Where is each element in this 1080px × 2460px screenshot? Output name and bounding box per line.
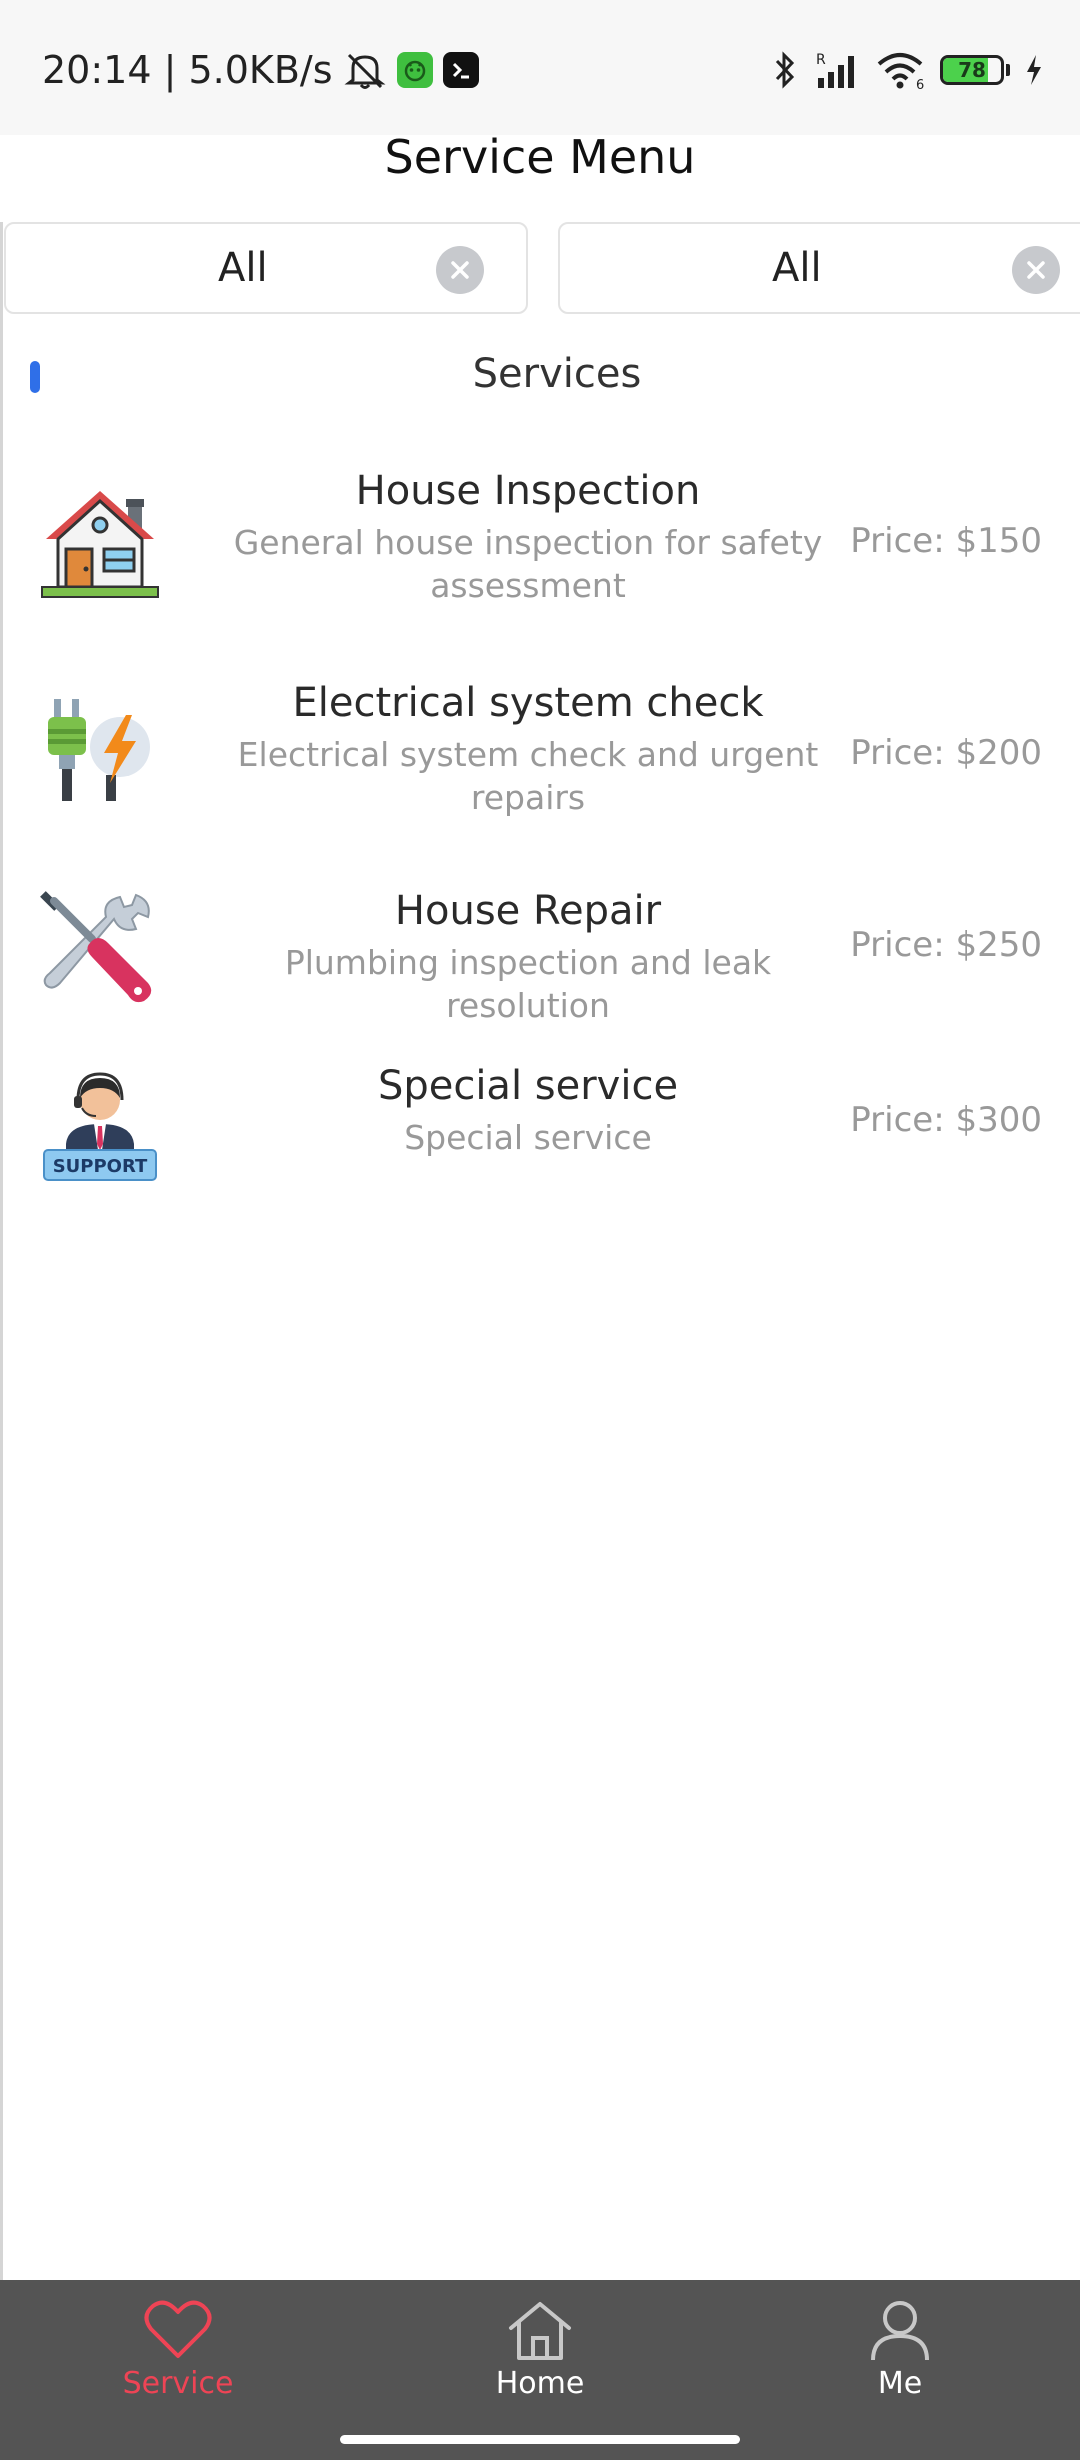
app-notification-icon xyxy=(396,52,433,88)
filter-bar: All All xyxy=(0,220,1080,320)
wifi-icon: 6 xyxy=(877,53,924,90)
signal-icon: R xyxy=(816,52,854,88)
signal-letter: R xyxy=(816,52,826,68)
clear-icon[interactable] xyxy=(436,246,484,294)
service-price: Price: $200 xyxy=(850,733,1042,773)
service-price: Price: $150 xyxy=(850,521,1042,561)
filter-value: All xyxy=(218,245,268,291)
service-item-electrical-check[interactable]: Electrical system check Electrical syste… xyxy=(0,657,1080,837)
nav-item-service[interactable]: Service xyxy=(78,2280,278,2430)
service-description: General house inspection for safety asse… xyxy=(233,523,823,605)
service-description: Electrical system check and urgent repai… xyxy=(237,735,819,817)
clear-icon[interactable] xyxy=(1012,246,1060,294)
plug-lightning-icon xyxy=(48,699,150,801)
home-indicator[interactable] xyxy=(340,2435,740,2444)
nav-item-me[interactable]: Me xyxy=(800,2280,1000,2430)
status-bar: 20:14 | 5.0KB/s R 6 78 xyxy=(0,0,1080,135)
charging-icon xyxy=(1027,55,1041,85)
filter-select-1[interactable]: All xyxy=(4,222,528,314)
tools-icon xyxy=(40,891,152,1003)
filter-value: All xyxy=(772,245,822,291)
service-name: Special service xyxy=(377,1063,679,1109)
mute-bell-icon xyxy=(344,53,385,89)
support-agent-icon: SUPPORT xyxy=(43,1072,157,1181)
filter-select-2[interactable]: All xyxy=(558,222,1080,314)
nav-label: Service xyxy=(122,2366,234,2401)
section-title: Services xyxy=(472,351,642,397)
nav-label: Home xyxy=(495,2366,585,2401)
service-text: Electrical system check Electrical syste… xyxy=(210,677,846,819)
nav-label: Me xyxy=(877,2366,923,2401)
service-description: Special service xyxy=(404,1118,652,1157)
service-item-special-service[interactable]: SUPPORT Special service Special service … xyxy=(0,1050,1080,1190)
service-description: Plumbing inspection and leak resolution xyxy=(284,943,772,1025)
house-icon xyxy=(41,491,159,598)
status-right: R 6 78 xyxy=(772,42,1044,98)
support-label: SUPPORT xyxy=(53,1156,148,1177)
page-title: Service Menu xyxy=(384,130,696,184)
bluetooth-icon xyxy=(775,51,795,89)
nav-item-home[interactable]: Home xyxy=(440,2280,640,2430)
terminal-icon xyxy=(442,52,479,88)
bottom-nav: Service Home Me xyxy=(0,2280,1080,2460)
wifi-badge: 6 xyxy=(916,78,924,90)
person-icon xyxy=(871,2301,929,2361)
service-name: House Inspection xyxy=(355,468,701,514)
home-icon xyxy=(509,2302,571,2360)
service-item-house-inspection[interactable]: House Inspection General house inspectio… xyxy=(0,445,1080,625)
battery-level: 78 xyxy=(958,58,986,82)
service-price: Price: $250 xyxy=(850,925,1042,965)
service-name: House Repair xyxy=(394,888,662,934)
battery-cap xyxy=(1006,64,1010,76)
service-name: Electrical system check xyxy=(292,680,764,726)
service-text: Special service Special service xyxy=(210,1060,846,1159)
service-item-house-repair[interactable]: House Repair Plumbing inspection and lea… xyxy=(0,875,1080,1025)
service-price: Price: $300 xyxy=(850,1100,1042,1140)
service-text: House Inspection General house inspectio… xyxy=(210,465,846,607)
service-text: House Repair Plumbing inspection and lea… xyxy=(210,885,846,1027)
section-header: Services xyxy=(0,345,1080,405)
battery-icon: 78 xyxy=(940,55,1004,85)
status-left: 20:14 | 5.0KB/s xyxy=(42,40,479,100)
heart-icon xyxy=(144,2300,212,2358)
status-time: 20:14 | 5.0KB/s xyxy=(42,48,333,92)
